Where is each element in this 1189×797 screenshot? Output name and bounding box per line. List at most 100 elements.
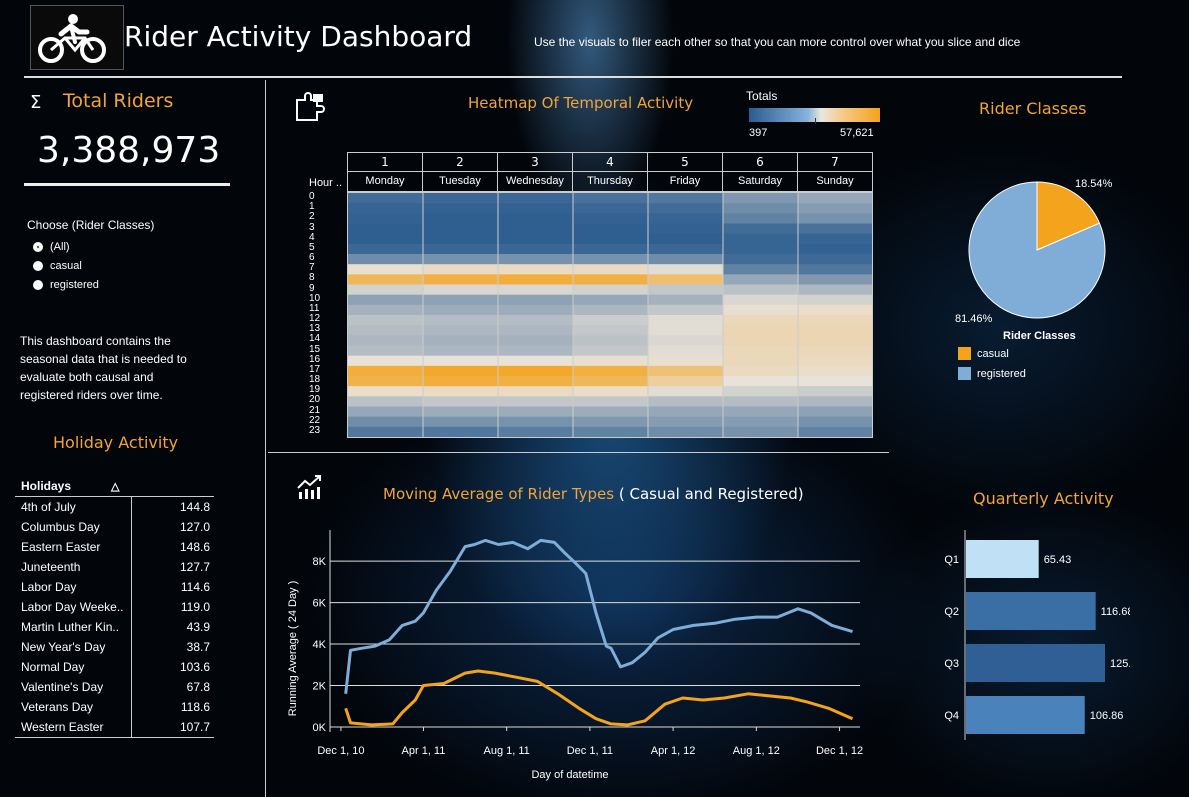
heatmap-cell[interactable] xyxy=(423,345,499,357)
heatmap-cell[interactable] xyxy=(573,365,649,377)
heatmap-cell[interactable] xyxy=(348,274,424,285)
day-name-header[interactable]: Friday xyxy=(647,171,723,192)
heatmap-cell[interactable] xyxy=(348,223,424,235)
quarter-bar-Q2[interactable] xyxy=(966,592,1096,630)
heatmap-cell[interactable] xyxy=(573,335,649,346)
heatmap-cell[interactable] xyxy=(723,254,799,265)
heatmap-cell[interactable] xyxy=(723,203,799,214)
heatmap-cell[interactable] xyxy=(348,376,424,387)
heatmap-cell[interactable] xyxy=(648,203,724,214)
heatmap-cell[interactable] xyxy=(348,254,424,265)
heatmap-cell[interactable] xyxy=(348,406,424,418)
heatmap-cell[interactable] xyxy=(348,325,424,336)
heatmap-cell[interactable] xyxy=(423,416,499,428)
heatmap-cell[interactable] xyxy=(423,284,499,296)
heatmap-cell[interactable] xyxy=(798,386,872,397)
heatmap-cell[interactable] xyxy=(573,203,649,214)
heatmap-cell[interactable] xyxy=(498,365,574,377)
heatmap-cell[interactable] xyxy=(423,406,499,418)
heatmap-cell[interactable] xyxy=(723,243,799,255)
heatmap-cell[interactable] xyxy=(423,243,499,255)
heatmap-cell[interactable] xyxy=(423,335,499,346)
day-number-header[interactable]: 6 xyxy=(722,152,798,172)
heatmap-cell[interactable] xyxy=(573,294,649,306)
holiday-row[interactable]: Veterans Day 118.6 xyxy=(15,697,214,717)
day-name-header[interactable]: Saturday xyxy=(722,171,798,192)
heatmap-cell[interactable] xyxy=(498,254,574,265)
holiday-row[interactable]: Valentine's Day 67.8 xyxy=(15,677,214,697)
heatmap-cell[interactable] xyxy=(798,213,872,224)
heatmap-cell[interactable] xyxy=(573,416,649,428)
heatmap-cell[interactable] xyxy=(723,193,799,204)
holiday-row[interactable]: Juneteenth 127.7 xyxy=(15,557,214,577)
heatmap-cell[interactable] xyxy=(648,233,724,245)
heatmap-cell[interactable] xyxy=(648,304,724,316)
heatmap-cell[interactable] xyxy=(348,193,424,204)
heatmap-cell[interactable] xyxy=(573,396,649,407)
heatmap-cell[interactable] xyxy=(798,345,872,357)
heatmap-cell[interactable] xyxy=(348,355,424,367)
heatmap-cell[interactable] xyxy=(798,325,872,336)
heatmap-cell[interactable] xyxy=(798,304,872,316)
heatmap-cell[interactable] xyxy=(498,345,574,357)
heatmap-cell[interactable] xyxy=(498,396,574,407)
heatmap-cell[interactable] xyxy=(798,264,872,275)
heatmap-cell[interactable] xyxy=(573,264,649,275)
heatmap-cell[interactable] xyxy=(723,284,799,296)
day-number-header[interactable]: 1 xyxy=(347,152,423,172)
heatmap-cell[interactable] xyxy=(348,335,424,346)
day-name-header[interactable]: Wednesday xyxy=(497,171,573,192)
heatmap-cell[interactable] xyxy=(498,426,574,437)
heatmap-cell[interactable] xyxy=(573,213,649,224)
heatmap-cell[interactable] xyxy=(648,325,724,336)
heatmap-cell[interactable] xyxy=(798,294,872,306)
heatmap-cell[interactable] xyxy=(498,335,574,346)
heatmap-cell[interactable] xyxy=(423,294,499,306)
heatmap-cell[interactable] xyxy=(573,355,649,367)
heatmap-cell[interactable] xyxy=(573,223,649,235)
heatmap-cell[interactable] xyxy=(498,294,574,306)
heatmap-cell[interactable] xyxy=(723,304,799,316)
heatmap-cell[interactable] xyxy=(723,223,799,235)
heatmap-cell[interactable] xyxy=(498,264,574,275)
heatmap-cell[interactable] xyxy=(648,315,724,326)
heatmap-cell[interactable] xyxy=(798,416,872,428)
heatmap-cell[interactable] xyxy=(648,365,724,377)
heatmap-cell[interactable] xyxy=(798,376,872,387)
heatmap-cell[interactable] xyxy=(648,345,724,357)
heatmap-cell[interactable] xyxy=(798,365,872,377)
heatmap-cell[interactable] xyxy=(723,335,799,346)
heatmap-cell[interactable] xyxy=(573,406,649,418)
heatmap-cell[interactable] xyxy=(723,325,799,336)
holiday-row[interactable]: Martin Luther Kin.. 43.9 xyxy=(15,617,214,637)
heatmap-cell[interactable] xyxy=(648,396,724,407)
heatmap-cell[interactable] xyxy=(648,243,724,255)
heatmap-cell[interactable] xyxy=(573,376,649,387)
heatmap-cell[interactable] xyxy=(573,325,649,336)
day-number-header[interactable]: 3 xyxy=(497,152,573,172)
heatmap-cell[interactable] xyxy=(498,243,574,255)
heatmap-cell[interactable] xyxy=(573,243,649,255)
holiday-row[interactable]: Normal Day 103.6 xyxy=(15,657,214,677)
heatmap-cell[interactable] xyxy=(348,365,424,377)
day-number-header[interactable]: 2 xyxy=(422,152,498,172)
filter-option-all[interactable]: (All) xyxy=(33,237,99,256)
filter-option-casual[interactable]: casual xyxy=(33,256,99,275)
radio-icon[interactable] xyxy=(33,260,43,271)
heatmap-cell[interactable] xyxy=(798,233,872,245)
heatmap-cell[interactable] xyxy=(798,406,872,418)
heatmap-cell[interactable] xyxy=(798,223,872,235)
heatmap-cell[interactable] xyxy=(573,315,649,326)
holiday-row[interactable]: Labor Day 114.6 xyxy=(15,577,214,597)
heatmap-cell[interactable] xyxy=(648,193,724,204)
heatmap-cell[interactable] xyxy=(423,355,499,367)
quarter-bar-Q4[interactable] xyxy=(966,696,1085,734)
heatmap-cell[interactable] xyxy=(348,294,424,306)
heatmap-cell[interactable] xyxy=(798,335,872,346)
heatmap-cell[interactable] xyxy=(723,233,799,245)
heatmap-cell[interactable] xyxy=(498,284,574,296)
heatmap-cell[interactable] xyxy=(348,203,424,214)
day-name-header[interactable]: Sunday xyxy=(797,171,873,192)
heatmap-cell[interactable] xyxy=(423,223,499,235)
heatmap-cell[interactable] xyxy=(648,335,724,346)
